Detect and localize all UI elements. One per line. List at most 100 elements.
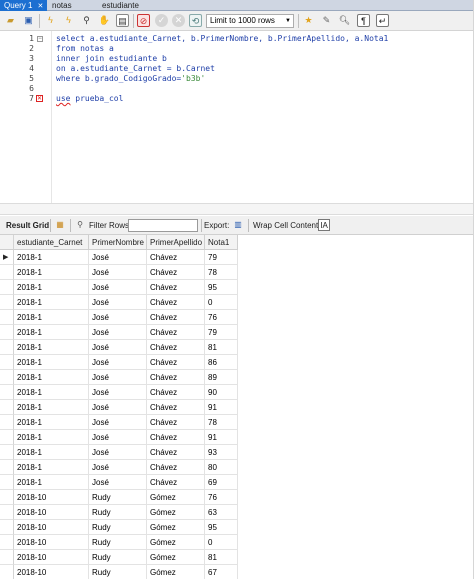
table-cell[interactable]: Gómez (147, 550, 205, 565)
table-cell[interactable]: 86 (205, 355, 238, 370)
table-row[interactable]: 2018-1 José Chávez 78 (0, 265, 238, 280)
row-selector[interactable]: ▶ (0, 250, 14, 265)
table-cell[interactable]: 2018-1 (14, 385, 89, 400)
table-cell[interactable]: 0 (205, 535, 238, 550)
table-cell[interactable]: José (89, 475, 147, 490)
stop-icon[interactable]: ✋ (98, 14, 111, 27)
table-row[interactable]: 2018-10 Rudy Gómez 67 (0, 565, 238, 579)
table-cell[interactable]: José (89, 310, 147, 325)
table-cell[interactable]: Chávez (147, 370, 205, 385)
table-cell[interactable]: Chávez (147, 415, 205, 430)
table-cell[interactable]: 2018-1 (14, 370, 89, 385)
row-selector[interactable] (0, 430, 14, 445)
table-cell[interactable]: Chávez (147, 280, 205, 295)
table-row[interactable]: 2018-1 José Chávez 76 (0, 310, 238, 325)
table-row[interactable]: 2018-1 José Chávez 95 (0, 280, 238, 295)
open-file-icon[interactable]: ▰ (4, 14, 17, 27)
table-cell[interactable]: Gómez (147, 520, 205, 535)
table-cell[interactable]: José (89, 250, 147, 265)
row-selector[interactable] (0, 370, 14, 385)
table-cell[interactable]: 2018-1 (14, 310, 89, 325)
table-row[interactable]: 2018-10 Rudy Gómez 0 (0, 535, 238, 550)
table-cell[interactable]: 79 (205, 325, 238, 340)
table-cell[interactable]: Rudy (89, 535, 147, 550)
table-cell[interactable]: José (89, 400, 147, 415)
table-cell[interactable]: Chávez (147, 430, 205, 445)
table-row[interactable]: 2018-1 José Chávez 86 (0, 355, 238, 370)
table-row[interactable]: 2018-1 José Chávez 79 (0, 325, 238, 340)
table-row[interactable]: ▶ 2018-1 José Chávez 79 (0, 250, 238, 265)
table-cell[interactable]: 78 (205, 265, 238, 280)
autocommit-icon[interactable]: ⟲ (189, 14, 202, 27)
row-selector[interactable] (0, 490, 14, 505)
table-cell[interactable]: 95 (205, 280, 238, 295)
table-row[interactable]: 2018-10 Rudy Gómez 63 (0, 505, 238, 520)
table-cell[interactable]: 90 (205, 385, 238, 400)
table-cell[interactable]: 81 (205, 340, 238, 355)
table-cell[interactable]: Chávez (147, 250, 205, 265)
row-selector[interactable] (0, 505, 14, 520)
invisible-chars-icon[interactable]: ¶ (357, 14, 370, 27)
table-cell[interactable]: 2018-1 (14, 460, 89, 475)
table-cell[interactable]: 95 (205, 520, 238, 535)
grid-view-icon[interactable]: ▦ (54, 219, 66, 231)
table-cell[interactable]: 76 (205, 490, 238, 505)
table-cell[interactable]: 2018-10 (14, 535, 89, 550)
table-cell[interactable]: Chávez (147, 460, 205, 475)
table-cell[interactable]: 2018-1 (14, 475, 89, 490)
table-row[interactable]: 2018-1 José Chávez 0 (0, 295, 238, 310)
table-cell[interactable]: 2018-10 (14, 490, 89, 505)
table-cell[interactable]: José (89, 265, 147, 280)
row-selector[interactable] (0, 325, 14, 340)
row-selector[interactable] (0, 340, 14, 355)
explain-icon[interactable]: ⚲ (80, 14, 93, 27)
row-selector[interactable] (0, 385, 14, 400)
fold-toggle-icon[interactable]: − (37, 36, 43, 42)
table-cell[interactable]: 2018-1 (14, 340, 89, 355)
wrap-icon[interactable]: ↵ (376, 14, 389, 27)
error-marker-icon[interactable]: ✕ (36, 95, 43, 102)
table-cell[interactable]: José (89, 385, 147, 400)
table-row[interactable]: 2018-1 José Chávez 93 (0, 445, 238, 460)
table-cell[interactable]: 91 (205, 400, 238, 415)
table-cell[interactable]: José (89, 325, 147, 340)
execute-icon[interactable]: ϟ (44, 14, 57, 27)
table-cell[interactable]: Chávez (147, 445, 205, 460)
export-icon[interactable]: ▥ (232, 219, 244, 231)
table-cell[interactable]: Gómez (147, 565, 205, 579)
table-row[interactable]: 2018-1 José Chávez 78 (0, 415, 238, 430)
row-selector[interactable] (0, 280, 14, 295)
table-cell[interactable]: 80 (205, 460, 238, 475)
table-cell[interactable]: 2018-10 (14, 565, 89, 579)
table-cell[interactable]: José (89, 280, 147, 295)
table-cell[interactable]: 2018-1 (14, 295, 89, 310)
table-row[interactable]: 2018-1 José Chávez 91 (0, 430, 238, 445)
row-selector[interactable] (0, 520, 14, 535)
table-cell[interactable]: 81 (205, 550, 238, 565)
wrap-cell-toggle-icon[interactable]: IA (318, 219, 330, 231)
row-selector[interactable] (0, 475, 14, 490)
table-cell[interactable]: Chávez (147, 475, 205, 490)
row-selector[interactable] (0, 460, 14, 475)
table-cell[interactable]: Rudy (89, 490, 147, 505)
execute-current-icon[interactable]: ϟ (62, 14, 75, 27)
table-cell[interactable]: José (89, 355, 147, 370)
tab-notas[interactable]: notas (48, 0, 76, 11)
row-selector[interactable] (0, 355, 14, 370)
find-icon[interactable]: 🔍︎ (338, 14, 351, 27)
table-row[interactable]: 2018-1 José Chávez 90 (0, 385, 238, 400)
table-cell[interactable]: 2018-1 (14, 445, 89, 460)
table-cell[interactable]: 2018-1 (14, 265, 89, 280)
table-cell[interactable]: 79 (205, 250, 238, 265)
table-cell[interactable]: Chávez (147, 325, 205, 340)
toggle-output-icon[interactable]: ▤ (116, 14, 129, 27)
table-cell[interactable]: 0 (205, 295, 238, 310)
save-icon[interactable]: ▣ (22, 14, 35, 27)
table-row[interactable]: 2018-1 José Chávez 81 (0, 340, 238, 355)
table-cell[interactable]: Rudy (89, 565, 147, 579)
table-cell[interactable]: 67 (205, 565, 238, 579)
row-selector[interactable] (0, 535, 14, 550)
column-header[interactable]: PrimerNombre (89, 235, 147, 250)
table-row[interactable]: 2018-10 Rudy Gómez 95 (0, 520, 238, 535)
table-cell[interactable]: 2018-1 (14, 280, 89, 295)
